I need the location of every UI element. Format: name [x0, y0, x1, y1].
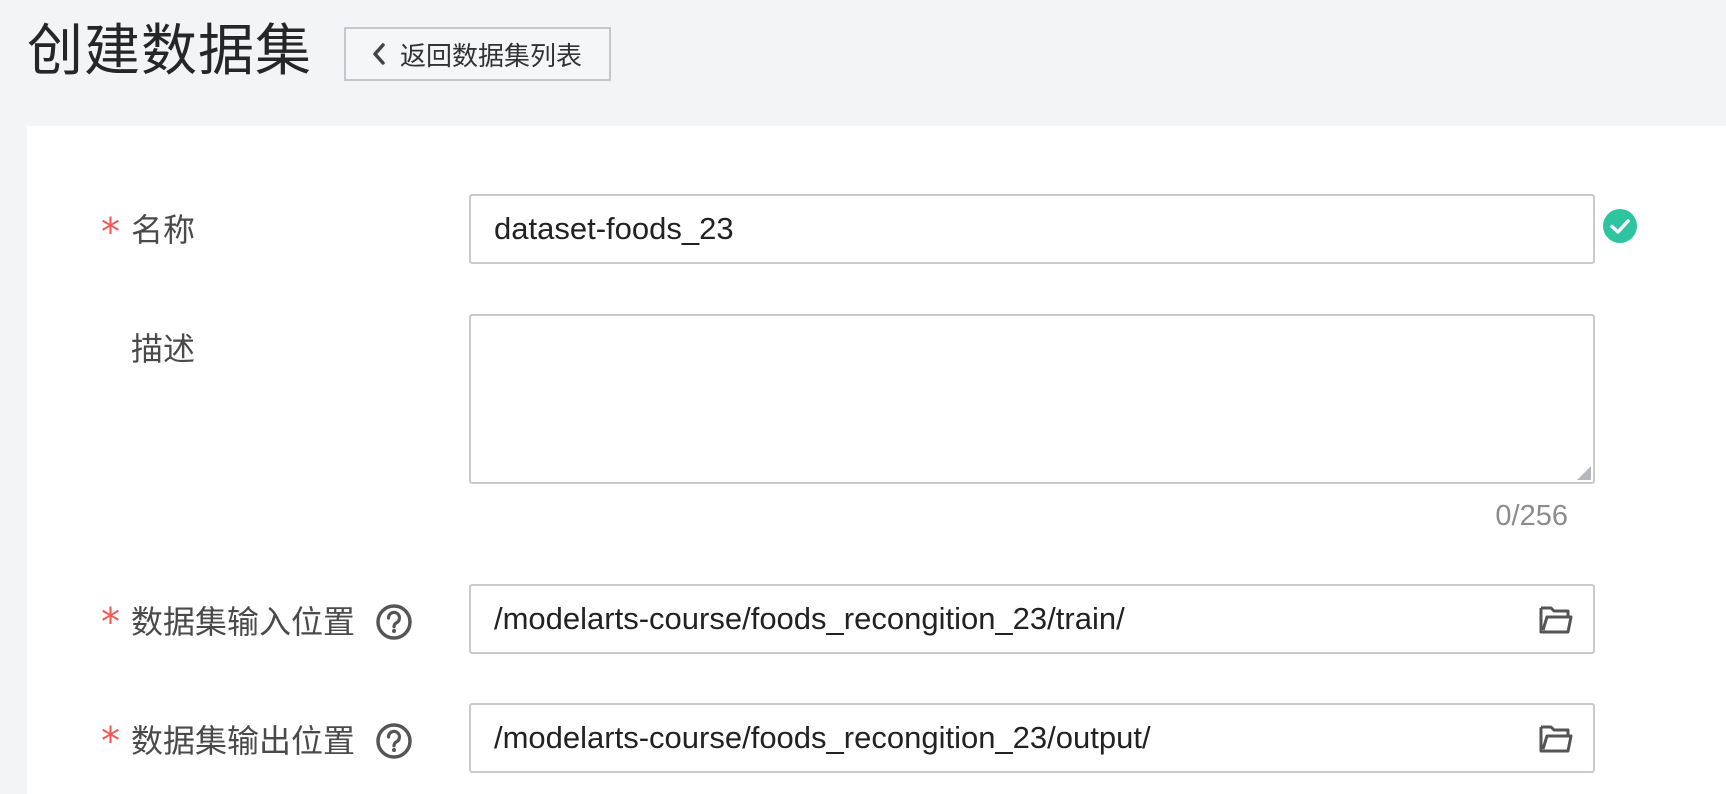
required-marker: * — [101, 719, 120, 763]
check-circle-icon — [1603, 209, 1637, 243]
output-location-value: /modelarts-course/foods_recongition_23/o… — [494, 720, 1151, 755]
back-button-label: 返回数据集列表 — [400, 41, 583, 72]
required-marker: * — [101, 210, 120, 254]
input-location-value: /modelarts-course/foods_recongition_23/t… — [494, 601, 1125, 636]
input-location-label: 数据集输入位置 — [131, 602, 413, 642]
description-textarea[interactable] — [469, 314, 1595, 484]
output-location-label: 数据集输出位置 — [131, 721, 413, 761]
resize-handle-icon[interactable] — [1577, 466, 1591, 480]
folder-open-icon[interactable] — [1539, 723, 1573, 753]
question-circle-icon[interactable] — [375, 603, 413, 641]
required-marker: * — [101, 600, 120, 644]
input-location-label-text: 数据集输入位置 — [131, 603, 356, 641]
name-label: 名称 — [131, 211, 196, 249]
output-location-field[interactable]: /modelarts-course/foods_recongition_23/o… — [469, 703, 1595, 773]
description-char-counter: 0/256 — [1495, 500, 1568, 532]
description-label: 描述 — [131, 330, 196, 368]
input-location-field[interactable]: /modelarts-course/foods_recongition_23/t… — [469, 584, 1595, 654]
chevron-left-icon — [373, 43, 385, 65]
create-dataset-form: * 名称 dataset-foods_23 描述 0/256 * 数据集输入位置… — [27, 126, 1726, 794]
question-circle-icon[interactable] — [375, 722, 413, 760]
back-to-dataset-list-button[interactable]: 返回数据集列表 — [344, 27, 611, 81]
output-location-label-text: 数据集输出位置 — [131, 722, 356, 760]
name-input[interactable]: dataset-foods_23 — [469, 194, 1595, 264]
name-input-value: dataset-foods_23 — [494, 211, 734, 246]
page-title: 创建数据集 — [27, 19, 312, 84]
folder-open-icon[interactable] — [1539, 604, 1573, 634]
